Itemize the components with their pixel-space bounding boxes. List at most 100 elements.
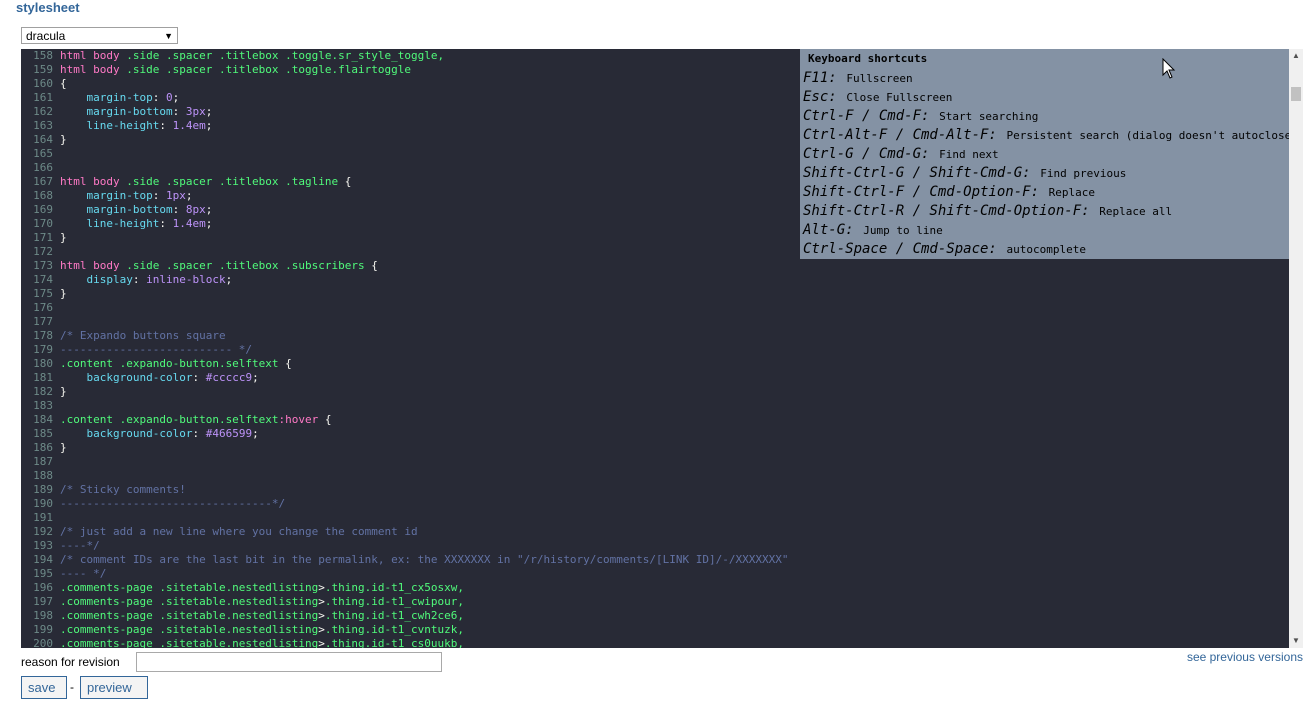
- theme-select[interactable]: dracula ▼: [21, 27, 178, 44]
- page-title: stylesheet: [16, 0, 80, 15]
- code-line: 194 /* comment IDs are the last bit in th…: [21, 553, 1289, 567]
- code-text: .content .expando-button.selftext:hover …: [60, 413, 332, 427]
- shortcut-row: Ctrl-G / Cmd-G: Find next: [803, 143, 1289, 162]
- line-number: 187: [33, 455, 53, 468]
- shortcut-key: Ctrl-Alt-F / Cmd-Alt-F:: [803, 127, 997, 143]
- code-line: 190 --------------------------------*/: [21, 497, 1289, 511]
- code-text: background-color: #466599;: [60, 427, 259, 441]
- line-number: 194: [33, 553, 53, 566]
- line-number: 164: [33, 133, 53, 146]
- line-number: 182: [33, 385, 53, 398]
- code-token: -------------------------- */: [60, 343, 253, 356]
- code-token: margin-bottom: [60, 203, 173, 216]
- code-token: ;: [252, 427, 259, 440]
- line-number: 196: [33, 581, 53, 594]
- shortcut-row: Ctrl-Alt-F / Cmd-Alt-F: Persistent searc…: [803, 124, 1289, 143]
- code-token: :: [172, 105, 186, 118]
- see-previous-versions-link[interactable]: see previous versions: [1187, 650, 1303, 664]
- editor-scrollbar[interactable]: ▲ ▼: [1289, 49, 1303, 648]
- code-text: }: [60, 133, 67, 147]
- shortcut-row: Shift-Ctrl-F / Cmd-Option-F: Replace: [803, 181, 1289, 200]
- line-number: 189: [33, 483, 53, 496]
- code-text: /* Expando buttons square: [60, 329, 226, 343]
- code-line: 181 background-color: #ccccc9;: [21, 371, 1289, 385]
- code-line: 179 -------------------------- */: [21, 343, 1289, 357]
- code-token: .thing.id-t1_cwipour,: [324, 595, 464, 608]
- code-token: html body: [60, 175, 120, 188]
- line-number: 183: [33, 399, 53, 412]
- shortcut-row: Shift-Ctrl-R / Shift-Cmd-Option-F: Repla…: [803, 200, 1289, 219]
- code-token: >: [318, 609, 325, 622]
- code-token: #ccccc9: [205, 371, 253, 384]
- code-token: {: [371, 259, 378, 272]
- preview-button[interactable]: preview: [80, 676, 148, 699]
- code-text: /* Sticky comments!: [60, 483, 186, 497]
- code-line: 189 /* Sticky comments!: [21, 483, 1289, 497]
- line-number: 195: [33, 567, 53, 580]
- code-token: {: [344, 175, 352, 188]
- line-number: 161: [33, 91, 53, 104]
- code-token: .thing.id-t1_cs0uukb,: [324, 637, 464, 648]
- line-number: 168: [33, 189, 53, 202]
- line-number: 193: [33, 539, 53, 552]
- shortcut-row: Esc: Close Fullscreen: [803, 86, 1289, 105]
- code-line: 183: [21, 399, 1289, 413]
- shortcut-row: Shift-Ctrl-G / Shift-Cmd-G: Find previou…: [803, 162, 1289, 181]
- code-token: .side .spacer .titlebox .tagline: [119, 175, 345, 188]
- shortcut-key: Shift-Ctrl-F / Cmd-Option-F:: [803, 184, 1040, 200]
- code-token: margin-bottom: [60, 105, 173, 118]
- code-line: 173 html body .side .spacer .titlebox .su…: [21, 259, 1289, 273]
- scroll-up-arrow-icon[interactable]: ▲: [1289, 49, 1303, 63]
- code-line: 199 .comments-page .sitetable.nestedlisti…: [21, 623, 1289, 637]
- code-token: ;: [185, 189, 193, 202]
- code-text: background-color: #ccccc9;: [60, 371, 258, 385]
- reason-input[interactable]: [136, 652, 442, 672]
- code-token: :: [159, 119, 173, 132]
- code-text: .content .expando-button.selftext {: [60, 357, 292, 371]
- shortcut-key: Ctrl-Space / Cmd-Space:: [803, 241, 997, 257]
- save-button[interactable]: save: [21, 676, 67, 699]
- line-number: 191: [33, 511, 53, 524]
- code-token: 1.4em: [172, 217, 206, 230]
- code-text: -------------------------- */: [60, 343, 252, 357]
- code-token: /* Expando buttons square: [60, 329, 226, 342]
- code-line: 188: [21, 469, 1289, 483]
- line-number: 199: [33, 623, 53, 636]
- line-number: 167: [33, 175, 53, 188]
- code-token: >: [318, 623, 325, 636]
- code-text: html body .side .spacer .titlebox .toggl…: [60, 63, 411, 77]
- line-number: 172: [33, 245, 53, 258]
- line-number: 198: [33, 609, 53, 622]
- code-token: --------------------------------*/: [60, 497, 286, 510]
- code-token: 3px: [185, 105, 206, 118]
- code-text: html body .side .spacer .titlebox .toggl…: [60, 49, 444, 63]
- code-text: margin-bottom: 8px;: [60, 203, 212, 217]
- code-line: 187: [21, 455, 1289, 469]
- code-text: margin-bottom: 3px;: [60, 105, 212, 119]
- line-number: 165: [33, 147, 53, 160]
- code-line: 192 /* just add a new line where you chan…: [21, 525, 1289, 539]
- code-token: ;: [205, 119, 213, 132]
- code-text: line-height: 1.4em;: [60, 217, 212, 231]
- shortcut-description: Jump to line: [863, 224, 943, 237]
- code-token: .thing.id-t1_cwh2ce6,: [324, 609, 464, 622]
- code-token: margin-top: [60, 189, 153, 202]
- code-line: 175}: [21, 287, 1289, 301]
- scroll-down-arrow-icon[interactable]: ▼: [1289, 634, 1303, 648]
- code-text: display: inline-block;: [60, 273, 232, 287]
- shortcut-key: Ctrl-F / Cmd-F:: [803, 108, 930, 124]
- code-token: 1.4em: [172, 119, 206, 132]
- shortcut-key: Ctrl-G / Cmd-G:: [803, 146, 930, 162]
- code-token: background-color: [60, 427, 193, 440]
- code-line: 184 .content .expando-button.selftext:hov…: [21, 413, 1289, 427]
- code-token: html body: [60, 63, 120, 76]
- code-text: --------------------------------*/: [60, 497, 285, 511]
- line-number: 184: [33, 413, 53, 426]
- code-token: /* Sticky comments!: [60, 483, 186, 496]
- code-text: html body .side .spacer .titlebox .subsc…: [60, 259, 378, 273]
- scrollbar-thumb[interactable]: [1291, 87, 1301, 101]
- code-token: .side .spacer .titlebox .toggle.flairtog…: [119, 63, 412, 76]
- line-number: 158: [33, 49, 53, 62]
- line-number: 170: [33, 217, 53, 230]
- code-token: :: [152, 91, 166, 104]
